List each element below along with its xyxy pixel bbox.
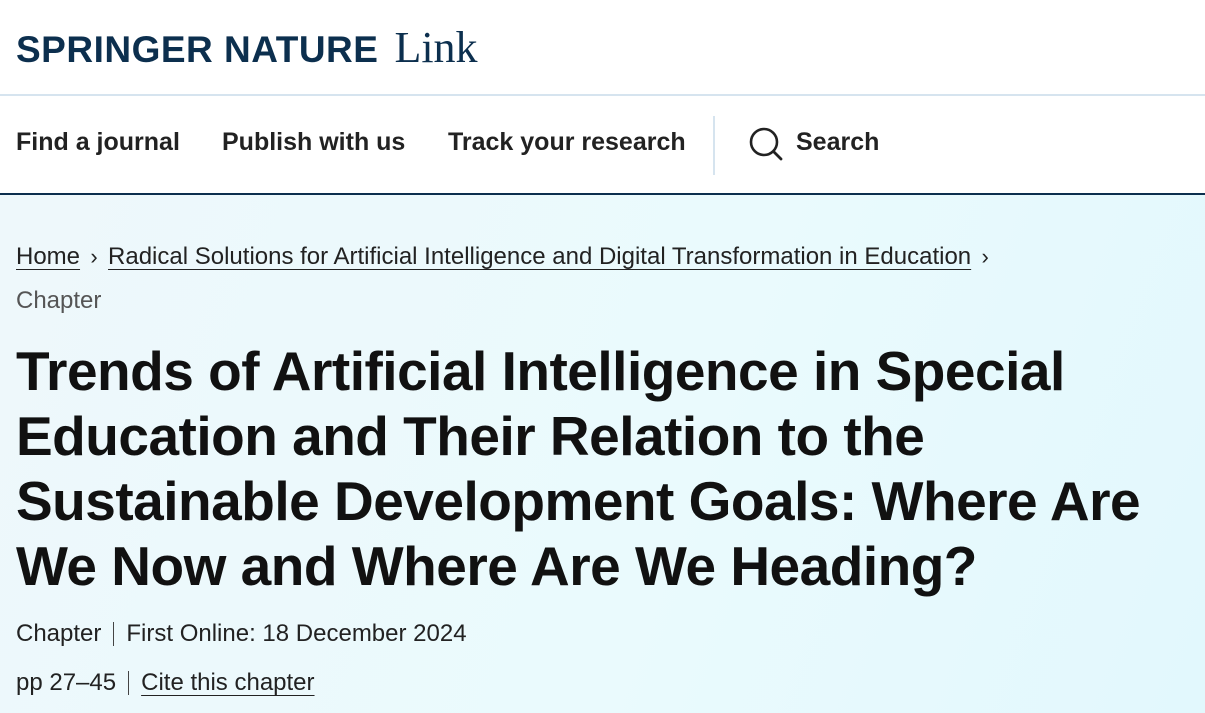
- logo-brand-text: SPRINGER NATURE: [16, 29, 379, 70]
- breadcrumb-home-link[interactable]: Home: [16, 243, 80, 270]
- search-button[interactable]: Search: [796, 128, 879, 157]
- cite-this-chapter-link[interactable]: Cite this chapter: [141, 669, 314, 697]
- main-navigation: Find a journal Publish with us Track you…: [0, 96, 1205, 195]
- article-meta-row: Chapter First Online: 18 December 2024: [16, 620, 467, 648]
- chevron-right-icon: ›: [90, 244, 98, 269]
- page-range: pp 27–45: [16, 669, 117, 696]
- breadcrumb: Home › Radical Solutions for Artificial In…: [16, 235, 1176, 323]
- search-icon[interactable]: [748, 126, 784, 162]
- breadcrumb-book-link[interactable]: Radical Solutions for Artificial Intelli…: [108, 243, 971, 270]
- meta-separator: [128, 671, 130, 695]
- meta-separator: [113, 622, 115, 646]
- nav-track-your-research[interactable]: Track your research: [448, 128, 686, 157]
- site-header: SPRINGER NATURE Link: [0, 0, 1205, 96]
- springer-nature-link-logo[interactable]: SPRINGER NATURE Link: [16, 22, 478, 73]
- first-online-date: First Online: 18 December 2024: [126, 620, 467, 647]
- article-header: Home › Radical Solutions for Artificial In…: [0, 195, 1205, 713]
- nav-find-a-journal[interactable]: Find a journal: [16, 128, 180, 157]
- chevron-right-icon: ›: [981, 244, 989, 269]
- page-title: Trends of Artificial Intelligence in Spe…: [16, 340, 1141, 597]
- breadcrumb-current: Chapter: [16, 287, 102, 314]
- nav-publish-with-us[interactable]: Publish with us: [222, 128, 405, 157]
- article-pages-row: pp 27–45 Cite this chapter: [16, 669, 315, 697]
- nav-divider: [713, 116, 715, 175]
- content-type-label: Chapter: [16, 620, 102, 647]
- logo-product-text: Link: [394, 23, 478, 72]
